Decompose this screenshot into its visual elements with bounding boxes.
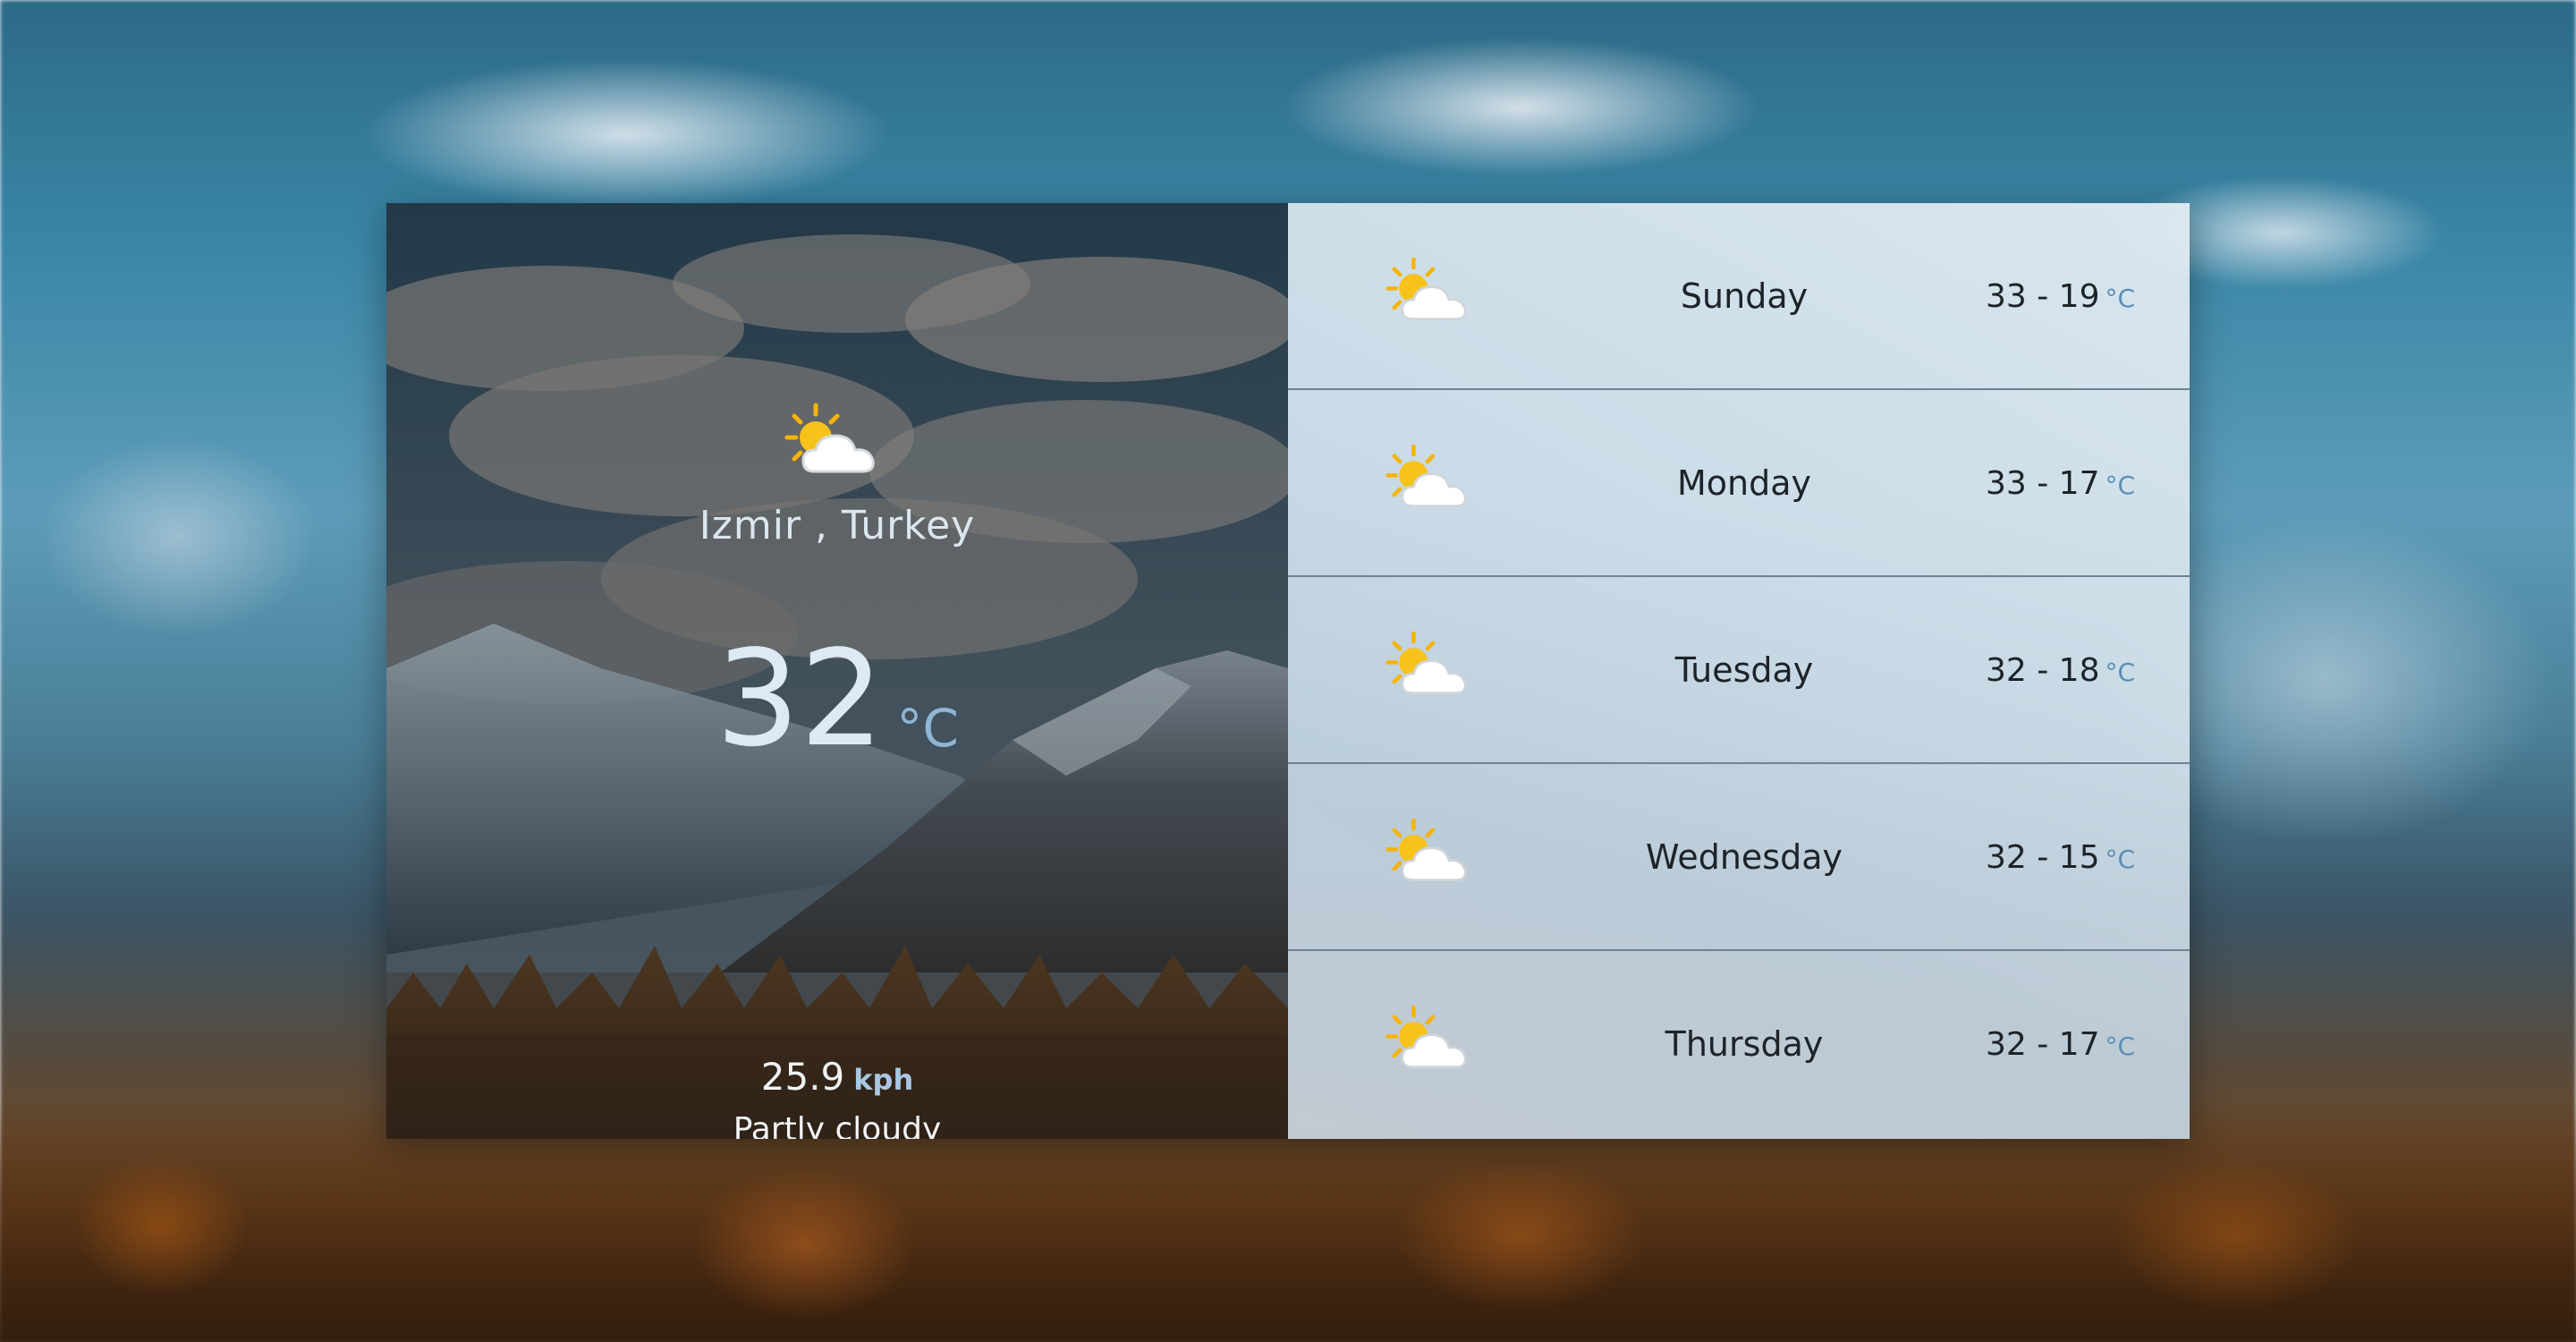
partly-cloudy-icon (1385, 1005, 1467, 1068)
temp-range-unit: °C (2105, 1032, 2136, 1061)
forecast-panel: Sunday 33 - 19 °C Monday 33 - 17 °C Tues… (1288, 203, 2190, 1139)
forecast-day: Monday (1676, 463, 1811, 503)
temp-range-unit: °C (2105, 658, 2136, 687)
temp-range-unit: °C (2105, 284, 2136, 313)
temp-range-value: 33 - 19 (1986, 278, 2100, 315)
current-temperature: 32 °C (386, 633, 1288, 765)
forecast-row: Sunday 33 - 19 °C (1288, 203, 2190, 390)
partly-cloudy-icon (1385, 257, 1467, 320)
forecast-temp-range: 33 - 17 °C (1986, 390, 2182, 577)
location-label: Izmir , Turkey (699, 503, 976, 548)
forecast-temp-range: 33 - 19 °C (1986, 203, 2182, 390)
forecast-row: Tuesday 32 - 18 °C (1288, 577, 2190, 764)
forecast-row: Thursday 32 - 17 °C (1288, 951, 2190, 1139)
partly-cloudy-icon (1385, 444, 1467, 507)
wind-speed-unit: kph (853, 1063, 914, 1097)
current-weather-panel: Izmir , Turkey 32 °C 25.9 kph Partly cloud… (386, 203, 1288, 1139)
temp-range-value: 33 - 17 (1986, 465, 2100, 502)
forecast-day: Tuesday (1674, 650, 1814, 690)
temp-range-unit: °C (2105, 845, 2136, 874)
forecast-temp-range: 32 - 15 °C (1986, 764, 2182, 951)
forecast-row: Monday 33 - 17 °C (1288, 390, 2190, 577)
wind-speed-value: 25.9 (760, 1055, 845, 1099)
temperature-unit: °C (896, 697, 959, 759)
condition-label: Partly cloudy (733, 1111, 942, 1139)
wind-speed: 25.9 kph (386, 1055, 1288, 1099)
partly-cloudy-icon (1385, 818, 1467, 881)
partly-cloudy-icon (784, 403, 875, 473)
temp-range-value: 32 - 18 (1986, 652, 2100, 689)
temp-range-value: 32 - 15 (1986, 839, 2100, 876)
temp-range-unit: °C (2105, 471, 2136, 500)
temp-range-value: 32 - 17 (1986, 1026, 2100, 1063)
partly-cloudy-icon (1385, 631, 1467, 694)
forecast-day: Thursday (1665, 1024, 1824, 1064)
forecast-temp-range: 32 - 18 °C (1986, 577, 2182, 764)
forecast-row: Wednesday 32 - 15 °C (1288, 764, 2190, 951)
forecast-day: Wednesday (1645, 837, 1843, 877)
temperature-value: 32 (716, 622, 885, 776)
weather-card: Izmir , Turkey 32 °C 25.9 kph Partly cloud… (386, 203, 2190, 1139)
forecast-temp-range: 32 - 17 °C (1986, 951, 2182, 1138)
forecast-day: Sunday (1680, 276, 1809, 316)
